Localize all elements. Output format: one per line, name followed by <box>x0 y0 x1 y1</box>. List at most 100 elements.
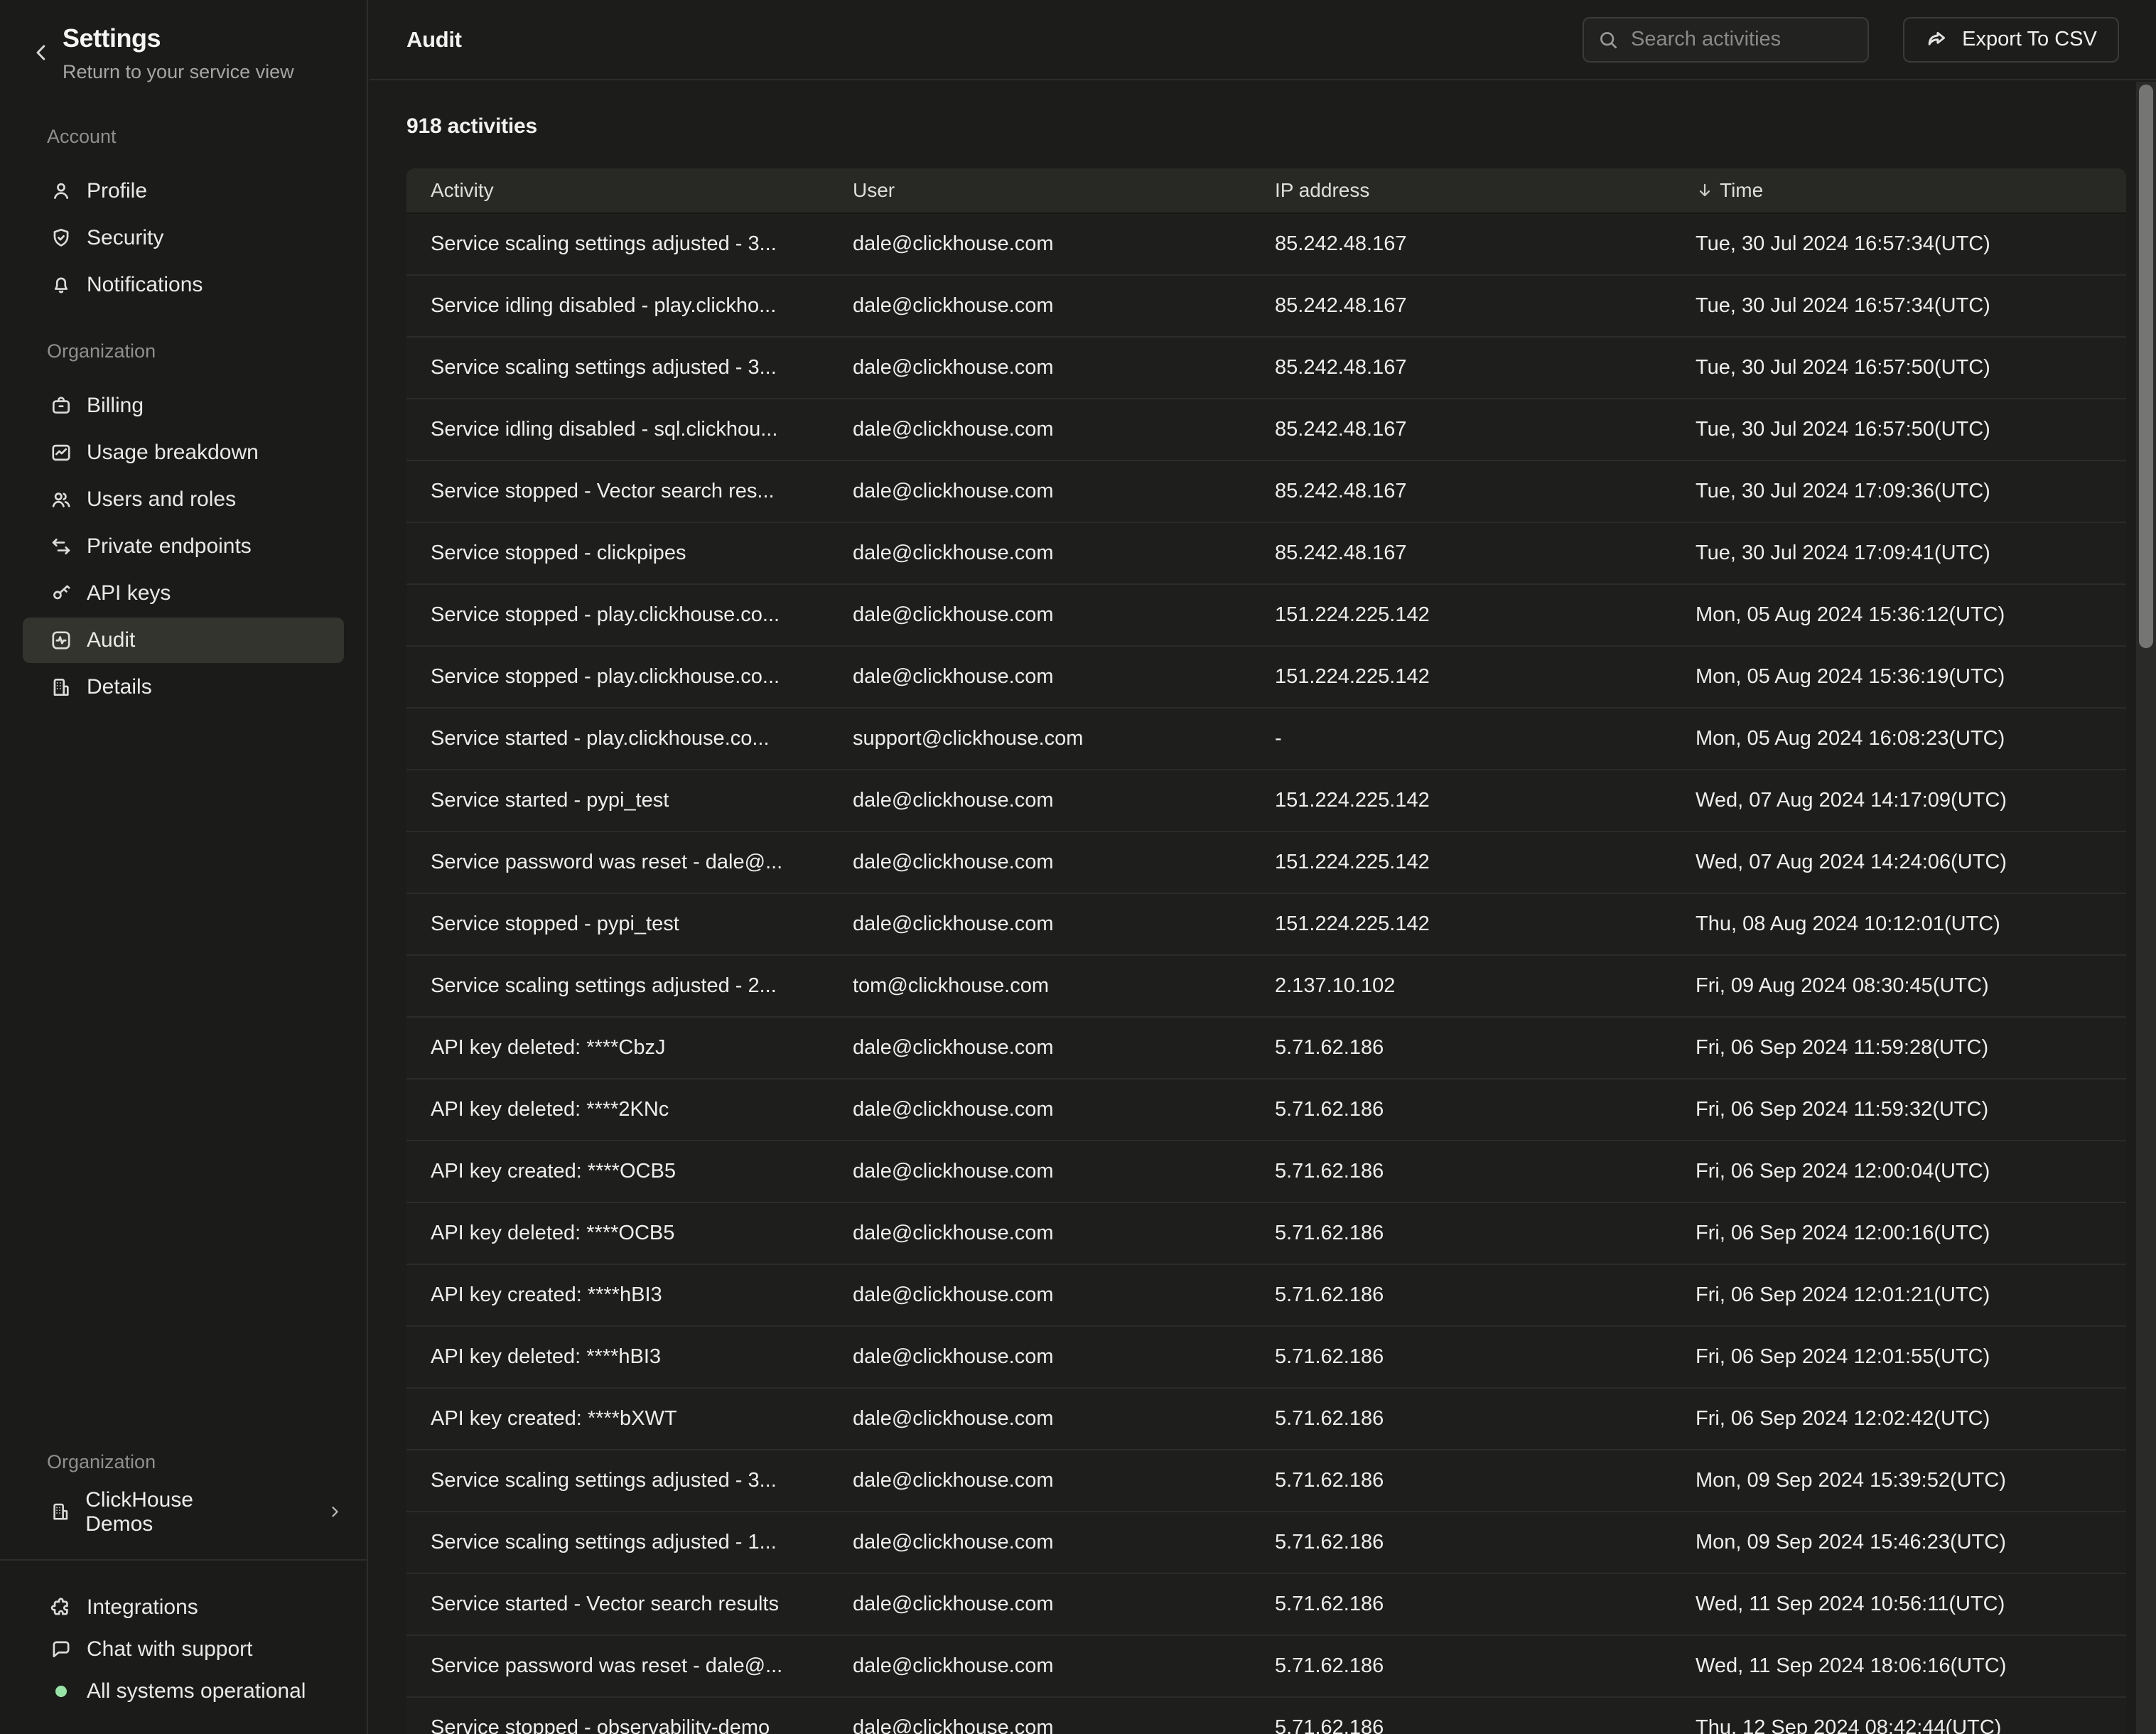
cell-ip-address: 5.71.62.186 <box>1251 1716 1671 1734</box>
cell-activity: Service started - Vector search results <box>406 1593 829 1616</box>
cell-user: dale@clickhouse.com <box>829 1716 1251 1734</box>
table-row[interactable]: Service scaling settings adjusted - 3...… <box>406 336 2126 398</box>
back-button[interactable] <box>28 40 54 65</box>
sidebar-item-audit[interactable]: Audit <box>23 618 344 663</box>
cell-ip-address: - <box>1251 727 1671 750</box>
org-switcher-label: ClickHouse Demos <box>85 1488 257 1536</box>
sidebar-item-profile[interactable]: Profile <box>23 168 344 214</box>
topbar: Audit Export To CSV <box>370 0 2156 80</box>
cell-ip-address: 5.71.62.186 <box>1251 1283 1671 1307</box>
cell-user: dale@clickhouse.com <box>829 789 1251 812</box>
sort-desc-arrow-icon <box>1696 181 1714 200</box>
cell-user: dale@clickhouse.com <box>829 418 1251 441</box>
cell-activity: API key created: ****bXWT <box>406 1407 829 1431</box>
cell-time: Mon, 05 Aug 2024 15:36:19(UTC) <box>1671 665 2126 689</box>
sidebar-item-label: Security <box>87 226 163 250</box>
cell-activity: API key deleted: ****hBI3 <box>406 1345 829 1369</box>
cell-time: Fri, 06 Sep 2024 12:01:21(UTC) <box>1671 1283 2126 1307</box>
cell-activity: Service idling disabled - sql.clickhou..… <box>406 418 829 441</box>
topbar-actions: Export To CSV <box>1583 17 2119 63</box>
cell-time: Tue, 30 Jul 2024 16:57:50(UTC) <box>1671 356 2126 379</box>
users-icon <box>50 488 72 511</box>
cell-time: Mon, 05 Aug 2024 15:36:12(UTC) <box>1671 603 2126 627</box>
cell-user: dale@clickhouse.com <box>829 603 1251 627</box>
org-switcher[interactable]: ClickHouse Demos <box>23 1490 344 1535</box>
table-row[interactable]: Service scaling settings adjusted - 1...… <box>406 1511 2126 1573</box>
cell-ip-address: 151.224.225.142 <box>1251 665 1671 689</box>
table-row[interactable]: Service stopped - play.clickhouse.co... … <box>406 583 2126 645</box>
table-row[interactable]: API key deleted: ****hBI3 dale@clickhous… <box>406 1325 2126 1387</box>
sidebar-item-security[interactable]: Security <box>23 215 344 261</box>
sidebar-subtitle[interactable]: Return to your service view <box>63 61 344 83</box>
scrollbar-thumb[interactable] <box>2139 85 2153 648</box>
shield-check-icon <box>50 227 72 249</box>
cell-activity: Service stopped - pypi_test <box>406 912 829 936</box>
column-header-activity: Activity <box>406 179 829 202</box>
table-row[interactable]: API key created: ****OCB5 dale@clickhous… <box>406 1140 2126 1202</box>
sidebar-item-integrations[interactable]: Integrations <box>23 1586 344 1628</box>
sidebar-item-label: Integrations <box>87 1595 198 1620</box>
cell-user: dale@clickhouse.com <box>829 1098 1251 1121</box>
sidebar-item-usage-breakdown[interactable]: Usage breakdown <box>23 430 344 475</box>
table-row[interactable]: API key deleted: ****2KNc dale@clickhous… <box>406 1078 2126 1140</box>
table-row[interactable]: Service password was reset - dale@... da… <box>406 1635 2126 1696</box>
table-row[interactable]: API key created: ****hBI3 dale@clickhous… <box>406 1264 2126 1325</box>
table-row[interactable]: Service stopped - observability-demo dal… <box>406 1696 2126 1734</box>
table-row[interactable]: Service stopped - pypi_test dale@clickho… <box>406 893 2126 954</box>
search-box[interactable] <box>1583 17 1869 63</box>
sidebar-item-details[interactable]: Details <box>23 664 344 710</box>
sidebar-item-notifications[interactable]: Notifications <box>23 262 344 308</box>
search-input[interactable] <box>1631 28 1855 51</box>
cell-user: dale@clickhouse.com <box>829 1593 1251 1616</box>
table-row[interactable]: Service started - play.clickhouse.co... … <box>406 707 2126 769</box>
audit-content: 918 activities Activity User IP address … <box>370 80 2156 1734</box>
chevron-right-icon <box>325 1502 344 1522</box>
status-dot-icon <box>55 1686 67 1697</box>
settings-sidebar: Settings Return to your service view Acc… <box>0 0 368 1734</box>
table-row[interactable]: Service stopped - Vector search res... d… <box>406 460 2126 522</box>
sidebar-item-billing[interactable]: Billing <box>23 383 344 429</box>
cell-activity: Service started - play.clickhouse.co... <box>406 727 829 750</box>
table-row[interactable]: Service scaling settings adjusted - 3...… <box>406 1449 2126 1511</box>
cell-activity: Service scaling settings adjusted - 3... <box>406 356 829 379</box>
sidebar-item-private-endpoints[interactable]: Private endpoints <box>23 524 344 569</box>
sidebar-item-system-status[interactable]: All systems operational <box>23 1670 344 1712</box>
main-area: Audit Export To CSV 918 activities Activ… <box>370 0 2156 1734</box>
table-row[interactable]: Service idling disabled - play.clickho..… <box>406 274 2126 336</box>
table-row[interactable]: Service password was reset - dale@... da… <box>406 831 2126 893</box>
table-row[interactable]: Service scaling settings adjusted - 2...… <box>406 954 2126 1016</box>
cell-activity: Service idling disabled - play.clickho..… <box>406 294 829 318</box>
table-row[interactable]: Service started - pypi_test dale@clickho… <box>406 769 2126 831</box>
cell-time: Fri, 06 Sep 2024 11:59:28(UTC) <box>1671 1036 2126 1060</box>
table-body: Service scaling settings adjusted - 3...… <box>406 212 2126 1734</box>
table-row[interactable]: Service idling disabled - sql.clickhou..… <box>406 398 2126 460</box>
cell-activity: Service stopped - play.clickhouse.co... <box>406 665 829 689</box>
table-row[interactable]: Service stopped - play.clickhouse.co... … <box>406 645 2126 707</box>
cell-ip-address: 85.242.48.167 <box>1251 294 1671 318</box>
chart-icon <box>50 441 72 464</box>
cell-time: Tue, 30 Jul 2024 16:57:34(UTC) <box>1671 232 2126 256</box>
cell-time: Tue, 30 Jul 2024 16:57:50(UTC) <box>1671 418 2126 441</box>
table-row[interactable]: API key created: ****bXWT dale@clickhous… <box>406 1387 2126 1449</box>
table-row[interactable]: Service scaling settings adjusted - 3...… <box>406 212 2126 274</box>
sidebar-item-chat-support[interactable]: Chat with support <box>23 1628 344 1670</box>
sidebar-item-api-keys[interactable]: API keys <box>23 571 344 616</box>
cell-activity: API key deleted: ****2KNc <box>406 1098 829 1121</box>
cell-user: dale@clickhouse.com <box>829 480 1251 503</box>
table-row[interactable]: Service stopped - clickpipes dale@clickh… <box>406 522 2126 583</box>
cell-user: dale@clickhouse.com <box>829 356 1251 379</box>
building-icon <box>50 1501 71 1524</box>
sidebar-footer: Organization ClickHouse Demos Integratio… <box>0 1443 367 1712</box>
sidebar-item-users-and-roles[interactable]: Users and roles <box>23 477 344 522</box>
cell-user: dale@clickhouse.com <box>829 1222 1251 1245</box>
cell-activity: Service stopped - play.clickhouse.co... <box>406 603 829 627</box>
table-row[interactable]: API key deleted: ****OCB5 dale@clickhous… <box>406 1202 2126 1264</box>
export-csv-label: Export To CSV <box>1962 28 2097 51</box>
export-csv-button[interactable]: Export To CSV <box>1903 17 2119 63</box>
cell-activity: Service scaling settings adjusted - 2... <box>406 974 829 998</box>
sidebar-title: Settings <box>63 24 344 53</box>
table-row[interactable]: API key deleted: ****CbzJ dale@clickhous… <box>406 1016 2126 1078</box>
person-icon <box>50 180 72 203</box>
column-header-time[interactable]: Time <box>1671 179 2126 202</box>
table-row[interactable]: Service started - Vector search results … <box>406 1573 2126 1635</box>
